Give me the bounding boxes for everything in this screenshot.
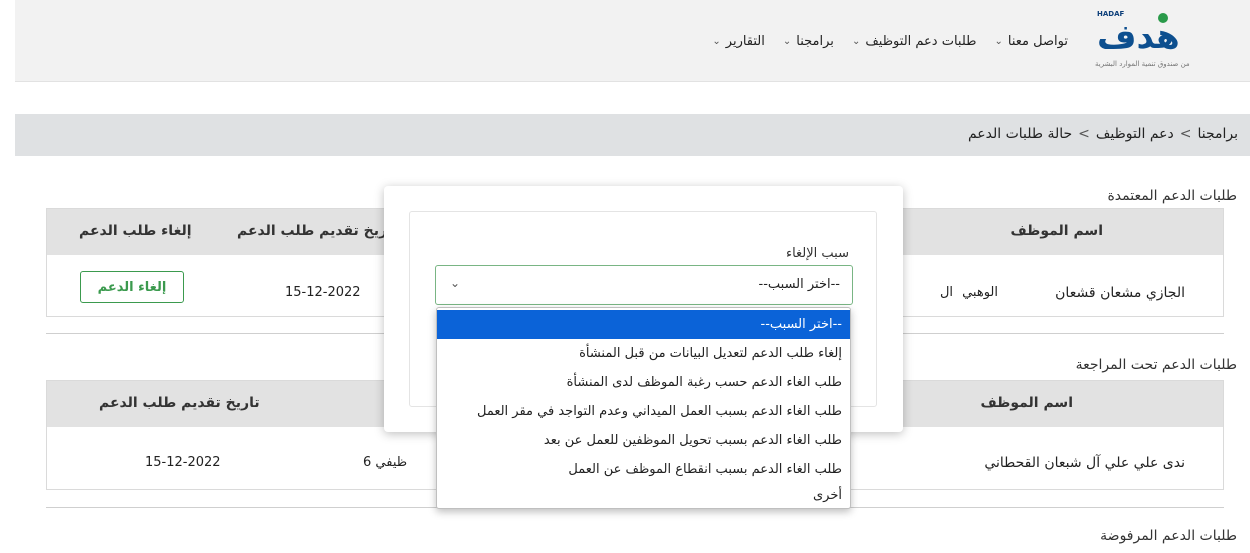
header-employee: اسم الموظف	[980, 395, 1074, 411]
top-navbar: HADAF هدف من صندوق تنمية الموارد البشرية…	[15, 0, 1250, 82]
chevron-down-icon: ⌄	[851, 36, 861, 47]
nav-label: برامجنا	[796, 34, 834, 49]
employee-extra: ال	[939, 285, 953, 300]
employee-name: ندى علي علي آل شبعان القحطاني	[984, 455, 1185, 471]
option-placeholder[interactable]: --اختر السبب--	[437, 310, 850, 339]
program-name: ظيفي 6	[363, 455, 408, 470]
select-value: --اختر السبب--	[758, 277, 841, 292]
chevron-down-icon: ⌄	[450, 276, 461, 290]
request-date: 15-12-2022	[145, 455, 221, 470]
option-reason-data-edit[interactable]: إلغاء طلب الدعم لتعديل البيانات من قبل ا…	[437, 339, 850, 368]
hadaf-logo[interactable]: HADAF هدف من صندوق تنمية الموارد البشرية	[1095, 8, 1230, 70]
header-date: تاريخ تقديم طلب الدعم	[99, 395, 260, 411]
cancel-reason-label: سبب الإلغاء	[785, 246, 849, 261]
breadcrumb: برامجنا > دعم التوظيف > حالة طلبات الدعم	[968, 126, 1238, 142]
breadcrumb-bar: برامجنا > دعم التوظيف > حالة طلبات الدعم	[15, 114, 1250, 156]
logo-subtitle: من صندوق تنمية الموارد البشرية	[1095, 60, 1190, 68]
chevron-down-icon: ⌄	[782, 36, 792, 47]
cancel-reason-dropdown: --اختر السبب-- إلغاء طلب الدعم لتعديل ال…	[436, 307, 851, 509]
option-reason-employee-wish[interactable]: طلب الغاء الدعم حسب رغبة الموظف لدى المن…	[437, 368, 850, 397]
cancel-reason-select[interactable]: --اختر السبب-- ⌄	[435, 265, 853, 305]
nav-item-contact[interactable]: تواصل معنا ⌄	[995, 34, 1068, 49]
header-cancel: إلغاء طلب الدعم	[79, 223, 192, 239]
option-reason-field-work[interactable]: طلب الغاء الدعم بسبب العمل الميداني وعدم…	[437, 397, 850, 426]
nav-item-reports[interactable]: التقارير ⌄	[712, 34, 765, 49]
cancel-support-button[interactable]: إلغاء الدعم	[80, 271, 184, 303]
chevron-down-icon: ⌄	[994, 36, 1003, 47]
rejected-section-title: طلبات الدعم المرفوضة	[1100, 528, 1237, 544]
breadcrumb-separator: >	[1078, 126, 1090, 142]
chevron-down-icon: ⌄	[712, 36, 721, 47]
option-other[interactable]: أخرى	[437, 484, 850, 508]
breadcrumb-separator: >	[1179, 126, 1192, 142]
review-section-title: طلبات الدعم تحت المراجعة	[1075, 357, 1237, 373]
nav-item-programs[interactable]: برامجنا ⌄	[783, 34, 834, 49]
nav-label: التقارير	[725, 34, 765, 49]
request-date: 15-12-2022	[285, 285, 361, 300]
breadcrumb-item-programs[interactable]: برامجنا	[1197, 126, 1238, 142]
approved-section-title: طلبات الدعم المعتمدة	[1107, 188, 1237, 204]
nav-label: طلبات دعم التوظيف	[865, 34, 977, 49]
nav-item-requests[interactable]: طلبات دعم التوظيف ⌄	[852, 34, 977, 49]
header-employee: اسم الموظف	[1010, 223, 1104, 239]
main-nav: تواصل معنا ⌄ طلبات دعم التوظيف ⌄ برامجنا ⌄ …	[712, 34, 1068, 49]
employee-name: الجازي مشعان قشعان	[1055, 285, 1185, 301]
employee-name-2: الوهبي	[962, 285, 998, 300]
nav-label: تواصل معنا	[1007, 34, 1068, 49]
breadcrumb-item-employment[interactable]: دعم التوظيف	[1096, 126, 1174, 142]
option-reason-remote[interactable]: طلب الغاء الدعم بسبب تحويل الموظفين للعم…	[437, 426, 850, 455]
breadcrumb-item-status: حالة طلبات الدعم	[967, 126, 1073, 142]
logo-mark: هدف	[1097, 17, 1182, 57]
option-reason-absence[interactable]: طلب الغاء الدعم بسبب انقطاع الموظف عن ال…	[437, 455, 850, 484]
header-date: تاريخ تقديم طلب الدعم	[237, 223, 387, 239]
